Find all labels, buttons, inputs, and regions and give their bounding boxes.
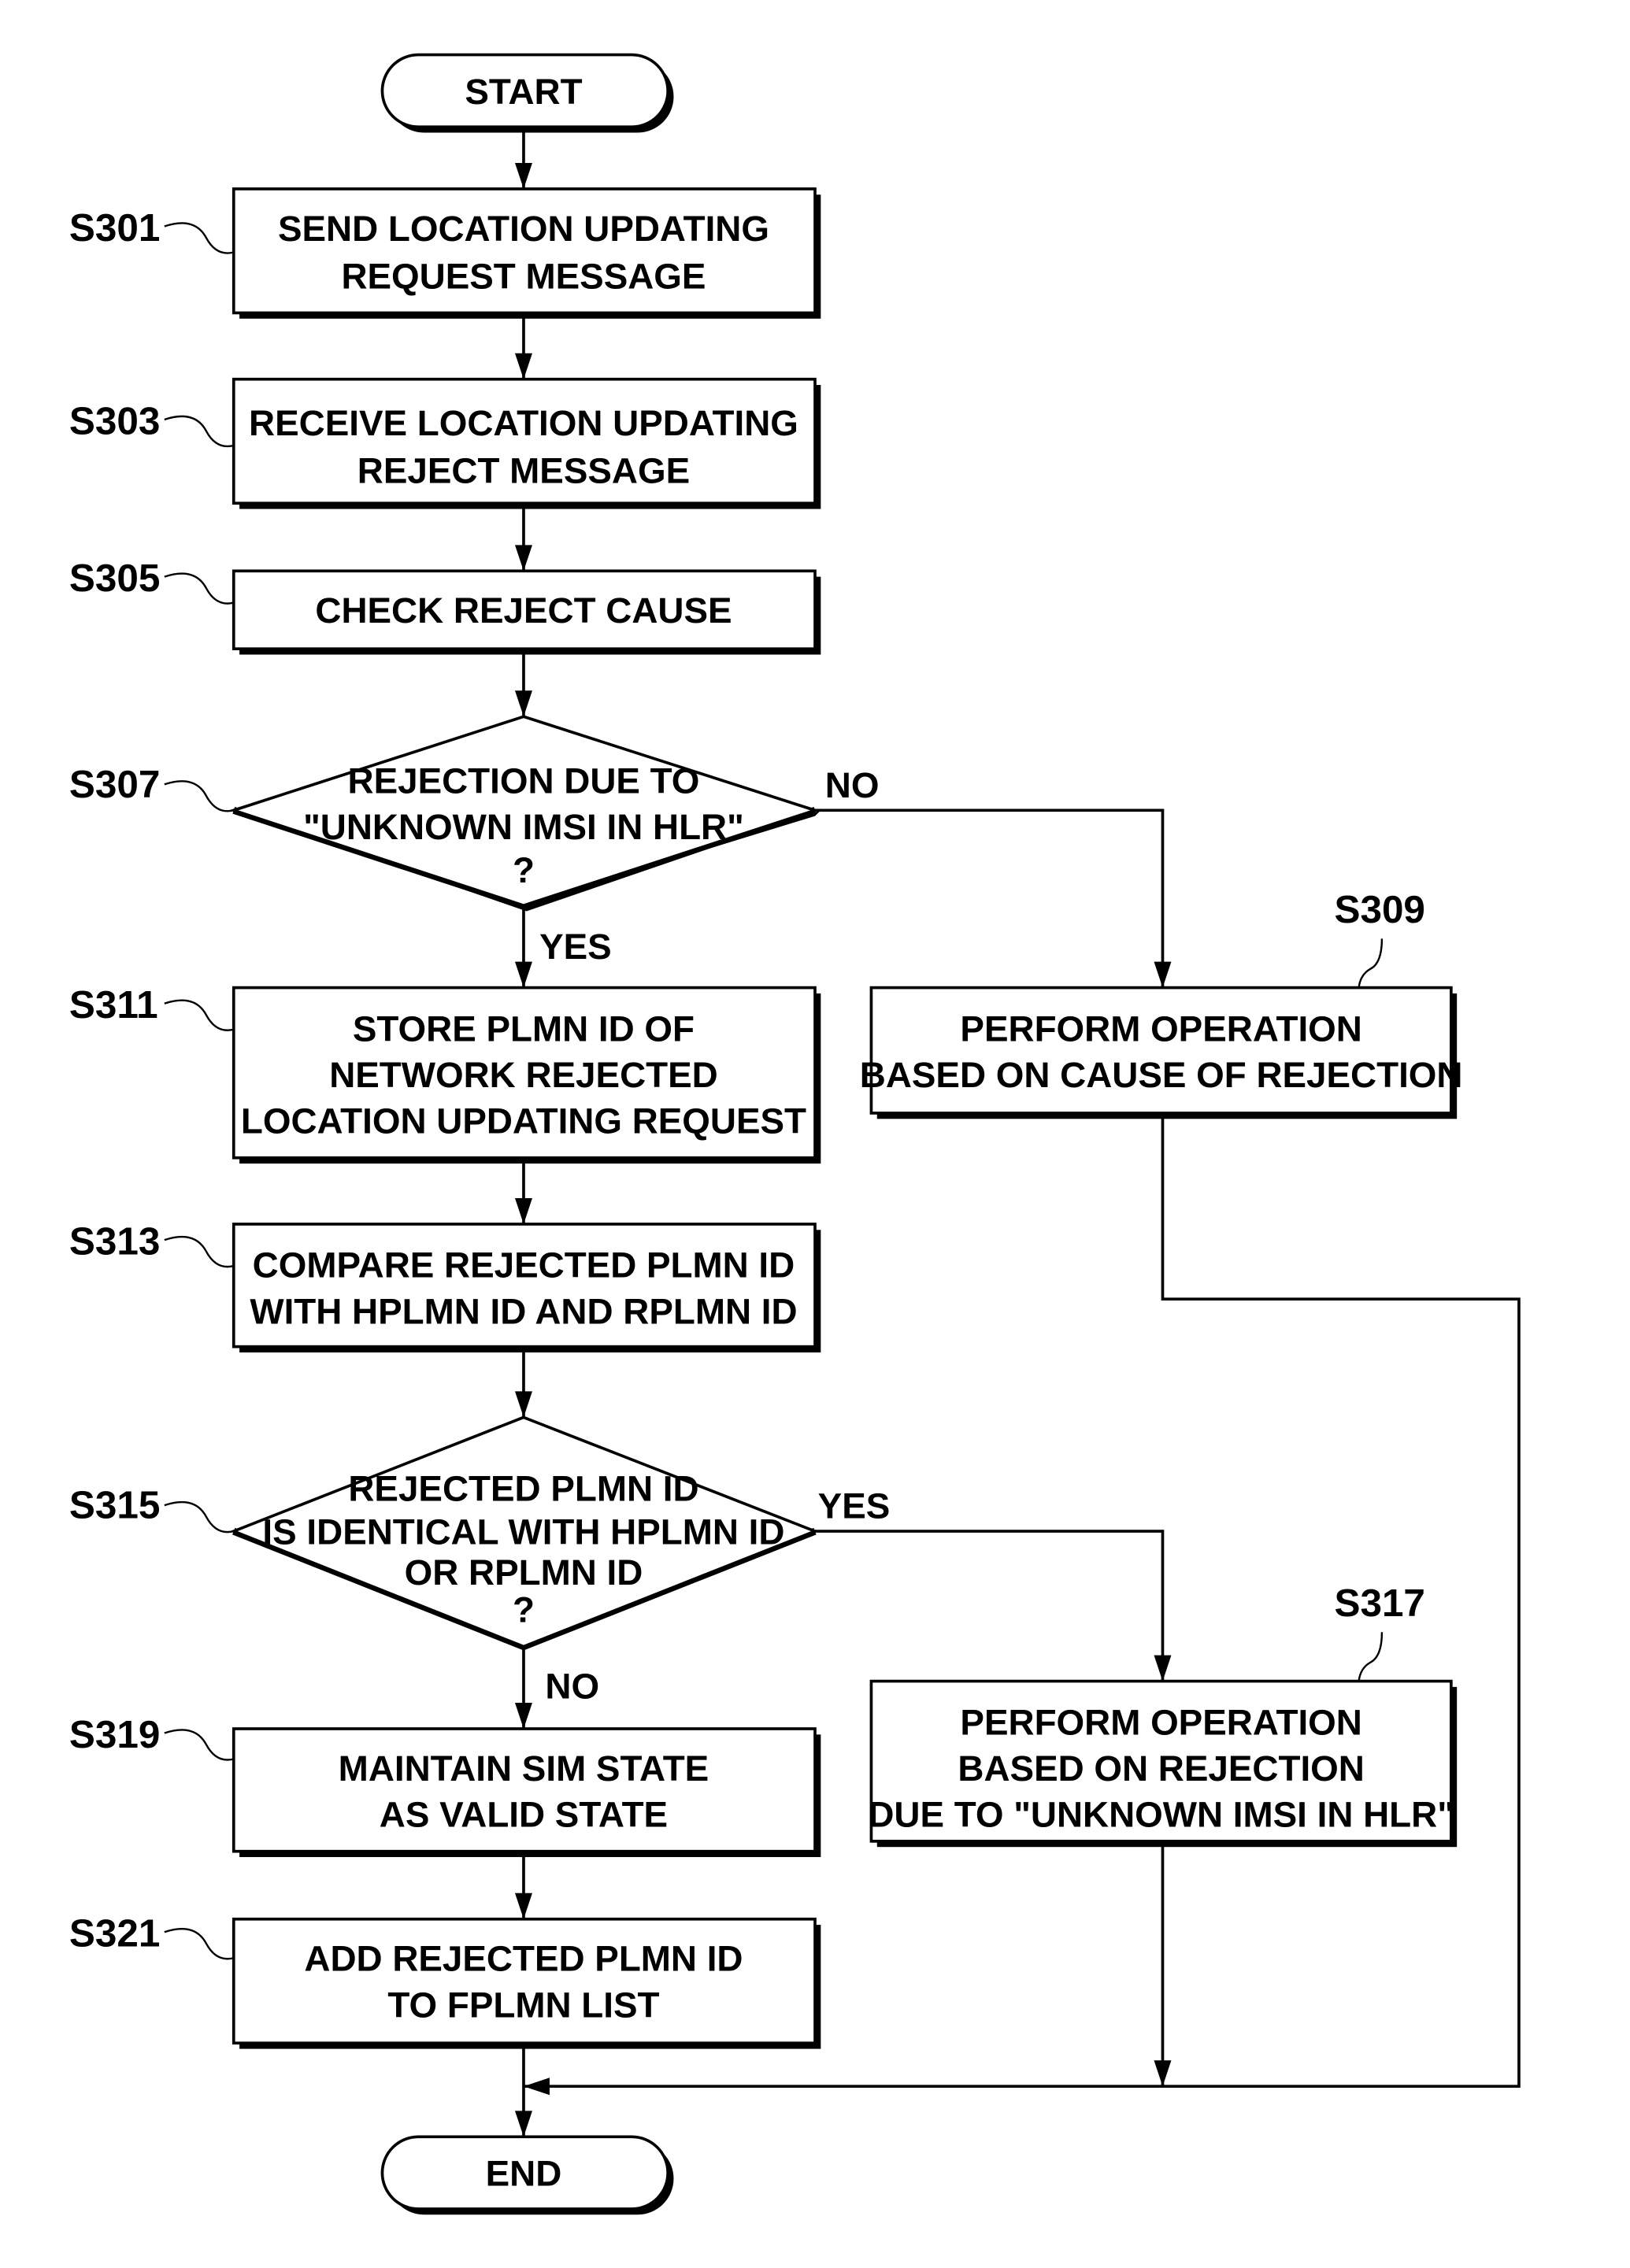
step-s303: RECEIVE LOCATION UPDATING REJECT MESSAGE… [69,377,821,509]
s305-step-label: S305 [69,557,160,600]
end-terminal: END [380,2135,674,2215]
s319-line-1: MAINTAIN SIM STATE [339,1748,709,1789]
s321-line-1: ADD REJECTED PLMN ID [304,1939,743,1979]
s317-line-1: PERFORM OPERATION [960,1702,1361,1742]
connector-s317-end [1154,1841,1172,2087]
flowchart: START SEND LOCATION UPDATING REQUEST MES… [69,53,1521,2215]
s301-line-2: REQUEST MESSAGE [341,256,706,296]
s315-step-label: S315 [69,1484,160,1527]
connector-s319-s321 [514,1851,532,1919]
s307-line-3: ? [513,850,535,890]
step-s319: MAINTAIN SIM STATE AS VALID STATE S319 [69,1713,821,1858]
s317-line-2: BASED ON REJECTION [958,1748,1364,1789]
s307-line-2: "UNKNOWN IMSI IN HLR" [303,807,744,847]
s307-line-1: REJECTION DUE TO [348,760,700,801]
s301-step-label: S301 [69,206,160,250]
s309-line-2: BASED ON CAUSE OF REJECTION [860,1055,1463,1095]
end-label: END [486,2154,562,2194]
s315-line-1: REJECTED PLMN ID [348,1469,698,1509]
connector-s307-no-s309: NO [815,765,1172,988]
s303-line-2: REJECT MESSAGE [357,451,690,491]
connector-s307-yes-s311: YES [514,905,612,988]
decision-s307: REJECTION DUE TO "UNKNOWN IMSI IN HLR" ?… [69,715,821,912]
s317-line-3: DUE TO "UNKNOWN IMSI IN HLR" [868,1795,1454,1835]
connector-s315-no-s319: NO [514,1646,599,1730]
s303-line-1: RECEIVE LOCATION UPDATING [249,403,798,443]
s309-step-label: S309 [1334,888,1424,931]
s301-line-1: SEND LOCATION UPDATING [278,209,769,249]
step-s305: CHECK REJECT CAUSE S305 [69,557,821,655]
s315-line-2: IS IDENTICAL WITH HPLMN ID [262,1512,784,1552]
s305-line-1: CHECK REJECT CAUSE [315,590,732,631]
s319-line-2: AS VALID STATE [380,1795,668,1835]
s307-yes-label: YES [539,927,612,967]
step-s301: SEND LOCATION UPDATING REQUEST MESSAGE S… [69,187,821,319]
connector-s303-s305 [514,503,532,572]
connector-s311-s313 [514,1157,532,1224]
s307-step-label: S307 [69,763,160,806]
decision-s315: REJECTED PLMN ID IS IDENTICAL WITH HPLMN… [69,1415,820,1651]
s315-line-3: OR RPLMN ID [405,1552,643,1593]
s303-step-label: S303 [69,399,160,442]
s317-step-label: S317 [1334,1582,1424,1625]
connector-s305-s307 [514,649,532,717]
s311-step-label: S311 [69,983,158,1027]
start-label: START [465,72,582,112]
s315-no-label: NO [545,1667,599,1707]
s321-line-2: TO FPLMN LIST [387,1985,659,2025]
s319-step-label: S319 [69,1713,160,1756]
s315-yes-label: YES [818,1486,891,1526]
s313-step-label: S313 [69,1219,160,1263]
s313-line-1: COMPARE REJECTED PLMN ID [253,1245,795,1286]
s311-line-3: LOCATION UPDATING REQUEST [241,1101,806,1141]
connector-s313-s315 [514,1346,532,1418]
s315-line-4: ? [513,1589,535,1630]
step-s311: STORE PLMN ID OF NETWORK REJECTED LOCATI… [69,983,821,1164]
s311-line-1: STORE PLMN ID OF [353,1008,695,1049]
s321-step-label: S321 [69,1912,160,1955]
s307-no-label: NO [825,765,880,805]
connector-s315-yes-s317: YES [815,1486,1172,1682]
connector-start-s301 [514,127,532,189]
s311-line-2: NETWORK REJECTED [329,1055,717,1095]
s313-line-2: WITH HPLMN ID AND RPLMN ID [250,1291,797,1331]
connector-s321-end [514,2043,532,2137]
connector-s301-s303 [514,313,532,379]
s309-line-1: PERFORM OPERATION [960,1008,1361,1049]
step-s321: ADD REJECTED PLMN ID TO FPLMN LIST S321 [69,1912,821,2049]
step-s313: COMPARE REJECTED PLMN ID WITH HPLMN ID A… [69,1219,821,1352]
start-terminal: START [380,53,674,133]
